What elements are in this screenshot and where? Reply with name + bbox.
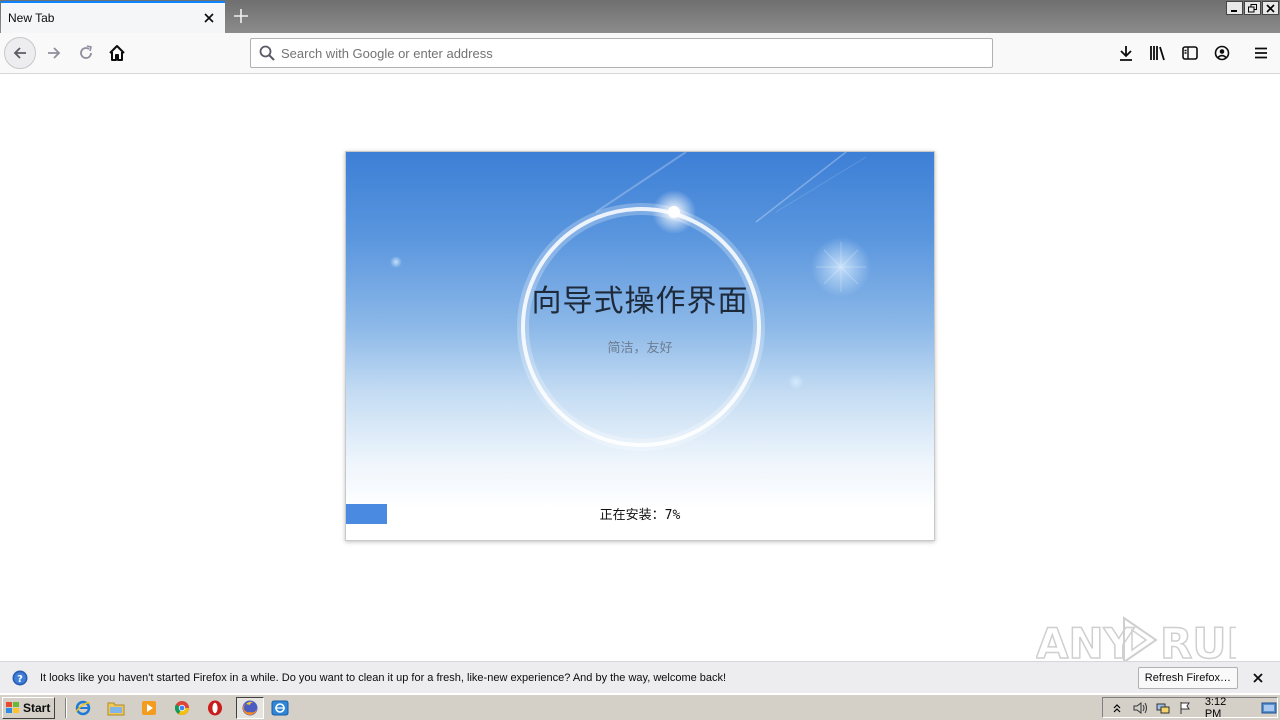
network-icon[interactable]	[1155, 700, 1171, 716]
close-notification-icon[interactable]	[1250, 670, 1266, 686]
new-tab-plus-icon[interactable]	[229, 4, 253, 28]
install-progress-label: 正在安装：7%	[599, 508, 681, 523]
app-icon[interactable]	[268, 697, 292, 719]
firefox-notification-bar: ? It looks like you haven't started Fire…	[0, 661, 1280, 693]
address-bar[interactable]	[250, 38, 993, 68]
minimize-icon[interactable]	[1226, 1, 1243, 15]
start-button[interactable]: Start	[2, 696, 55, 719]
taskbar-clock[interactable]: 3:12 PM	[1205, 696, 1243, 720]
windows-taskbar: Start 3:12 PM	[0, 694, 1280, 720]
reload-icon[interactable]	[70, 37, 102, 69]
show-hidden-icons-chevron-icon[interactable]	[1110, 700, 1125, 716]
installer-window: 向导式操作界面 简洁，友好 正在安装：7%	[345, 151, 935, 541]
system-tray: 3:12 PM	[1102, 696, 1278, 720]
start-label: Start	[23, 700, 51, 715]
home-icon[interactable]	[101, 37, 133, 69]
question-info-icon: ?	[12, 670, 28, 685]
file-explorer-icon[interactable]	[104, 697, 128, 719]
menu-hamburger-icon[interactable]	[1245, 37, 1277, 69]
notification-message: It looks like you haven't started Firefo…	[40, 671, 727, 684]
forward-arrow-icon[interactable]	[38, 37, 70, 69]
restore-icon[interactable]	[1244, 1, 1261, 15]
opera-icon[interactable]	[203, 697, 227, 719]
chrome-icon[interactable]	[170, 697, 194, 719]
tab-new-tab[interactable]: New Tab	[1, 1, 225, 33]
close-tab-icon[interactable]	[197, 6, 221, 30]
internet-explorer-icon[interactable]	[71, 697, 95, 719]
installer-subtitle: 简洁，友好	[607, 341, 673, 356]
library-icon[interactable]	[1142, 37, 1174, 69]
back-arrow-icon[interactable]	[4, 37, 36, 69]
downloads-icon[interactable]	[1110, 37, 1142, 69]
tab-title: New Tab	[8, 11, 55, 25]
svg-text:?: ?	[17, 674, 23, 685]
volume-icon[interactable]	[1132, 700, 1148, 716]
window-controls	[1226, 1, 1279, 15]
search-icon	[259, 45, 275, 61]
media-player-icon[interactable]	[137, 697, 161, 719]
account-icon[interactable]	[1206, 37, 1238, 69]
anyrun-watermark-logo: ANY RUN	[1036, 616, 1236, 668]
search-input[interactable]	[281, 45, 961, 61]
tab-strip: New Tab	[0, 0, 1280, 33]
windows-flag-icon	[6, 701, 19, 713]
action-center-flag-icon[interactable]	[1178, 700, 1193, 716]
installer-title: 向导式操作界面	[531, 284, 749, 319]
taskbar-separator	[65, 697, 67, 718]
refresh-firefox-button[interactable]: Refresh Firefox…	[1137, 666, 1238, 689]
sidebar-icon[interactable]	[1174, 37, 1206, 69]
firefox-icon[interactable]	[236, 696, 264, 719]
navigation-toolbar	[0, 33, 1280, 74]
close-window-icon[interactable]	[1262, 1, 1279, 15]
show-desktop-icon[interactable]	[1261, 700, 1277, 716]
